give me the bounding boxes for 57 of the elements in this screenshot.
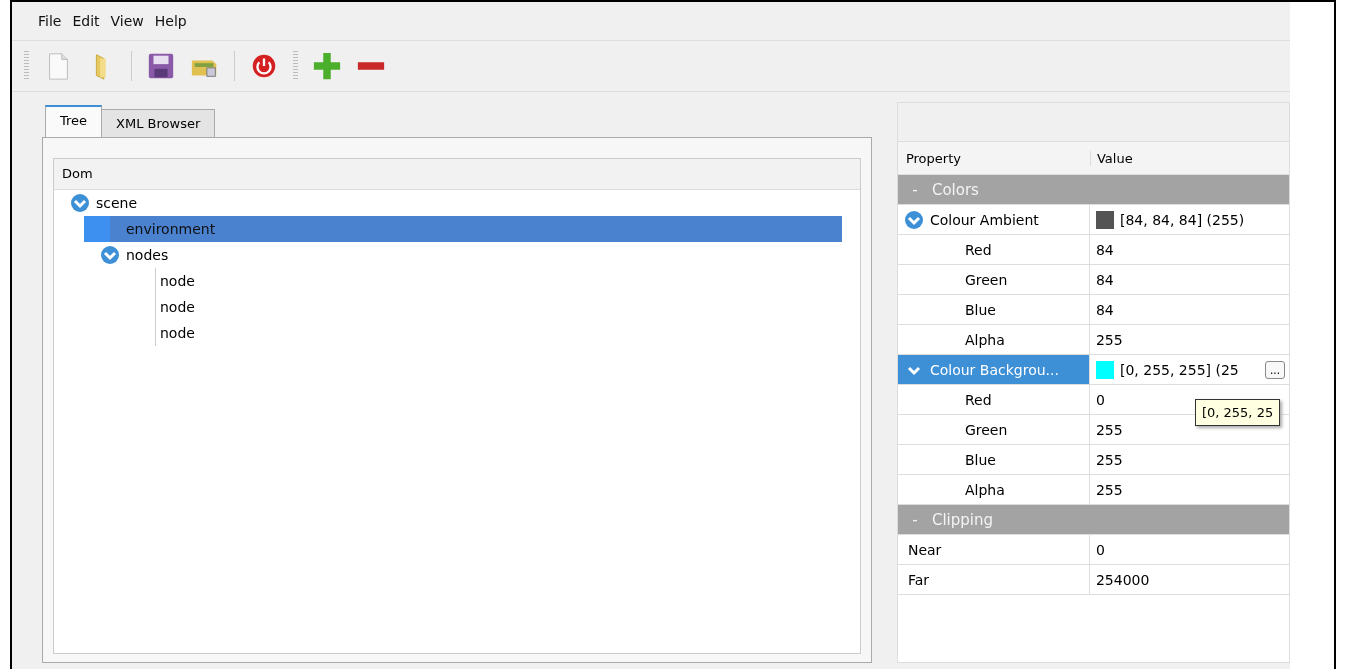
property-name: Near bbox=[907, 541, 942, 558]
property-name: Far bbox=[907, 571, 930, 588]
property-cell[interactable]: Alpha bbox=[897, 475, 1090, 504]
tooltip: [0, 255, 25 bbox=[1194, 399, 1281, 426]
property-name: Alpha bbox=[963, 331, 1005, 348]
property-value: 254000 bbox=[1095, 571, 1150, 588]
expand-icon[interactable] bbox=[70, 193, 90, 213]
property-name: Green bbox=[963, 271, 1008, 288]
property-cell[interactable]: Red bbox=[897, 385, 1090, 414]
menu-item[interactable]: File bbox=[38, 13, 62, 29]
property-cell[interactable]: Near bbox=[897, 535, 1090, 564]
property-name: Colour Ambient bbox=[929, 211, 1039, 228]
property-cell[interactable]: Blue bbox=[897, 295, 1090, 324]
tree-item[interactable]: nodes bbox=[84, 242, 842, 268]
property-name: Red bbox=[963, 391, 992, 408]
property-cell[interactable]: Red bbox=[897, 235, 1090, 264]
property-cell[interactable]: Blue bbox=[897, 445, 1090, 474]
tree-item[interactable]: scene bbox=[54, 190, 842, 216]
property-value: 84 bbox=[1095, 271, 1114, 288]
property-value: 84 bbox=[1095, 301, 1114, 318]
column-header: Property bbox=[897, 150, 1091, 166]
plus-icon[interactable] bbox=[312, 51, 342, 81]
expand-icon[interactable] bbox=[100, 245, 120, 265]
property-cell[interactable]: Alpha bbox=[897, 325, 1090, 354]
property-value: 255 bbox=[1095, 451, 1123, 468]
menu-item[interactable]: Help bbox=[154, 13, 187, 29]
property-cell[interactable]: Green bbox=[897, 415, 1090, 444]
tree-item[interactable]: node bbox=[114, 268, 842, 294]
property-name: Colour Backgrou... bbox=[929, 361, 1059, 378]
property-cell[interactable]: Green bbox=[897, 265, 1090, 294]
property-value: [84, 84, 84] (255) bbox=[1119, 211, 1245, 228]
property-name: Red bbox=[963, 241, 992, 258]
tree-item[interactable]: environment bbox=[84, 216, 842, 242]
tab[interactable]: Tree bbox=[45, 105, 103, 137]
tree-item[interactable]: node bbox=[114, 320, 842, 346]
column-header: Value bbox=[1095, 150, 1133, 166]
property-value: 255 bbox=[1095, 481, 1123, 498]
property-value: 255 bbox=[1095, 331, 1123, 348]
tree-item[interactable]: node bbox=[114, 294, 842, 320]
property-name: Blue bbox=[963, 301, 996, 318]
property-value: 0 bbox=[1095, 541, 1105, 558]
property-cell[interactable]: Colour Ambient bbox=[897, 205, 1090, 234]
tab[interactable]: XML Browser bbox=[101, 109, 216, 137]
expand-icon[interactable] bbox=[903, 209, 924, 230]
browse-button[interactable]: ... bbox=[1265, 360, 1285, 379]
property-cell[interactable]: Far bbox=[897, 565, 1090, 594]
menu-item[interactable]: Edit bbox=[72, 13, 100, 29]
property-value: [0, 255, 255] (25 bbox=[1119, 361, 1239, 378]
property-value: 84 bbox=[1095, 241, 1114, 258]
property-value: 0 bbox=[1095, 391, 1105, 408]
column-header: Dom bbox=[54, 159, 860, 190]
property-name: Alpha bbox=[963, 481, 1005, 498]
property-name: Blue bbox=[963, 451, 996, 468]
property-value: 255 bbox=[1095, 421, 1123, 438]
menu-item[interactable]: View bbox=[110, 13, 144, 29]
save-icon[interactable] bbox=[146, 51, 176, 81]
property-name: Green bbox=[963, 421, 1008, 438]
